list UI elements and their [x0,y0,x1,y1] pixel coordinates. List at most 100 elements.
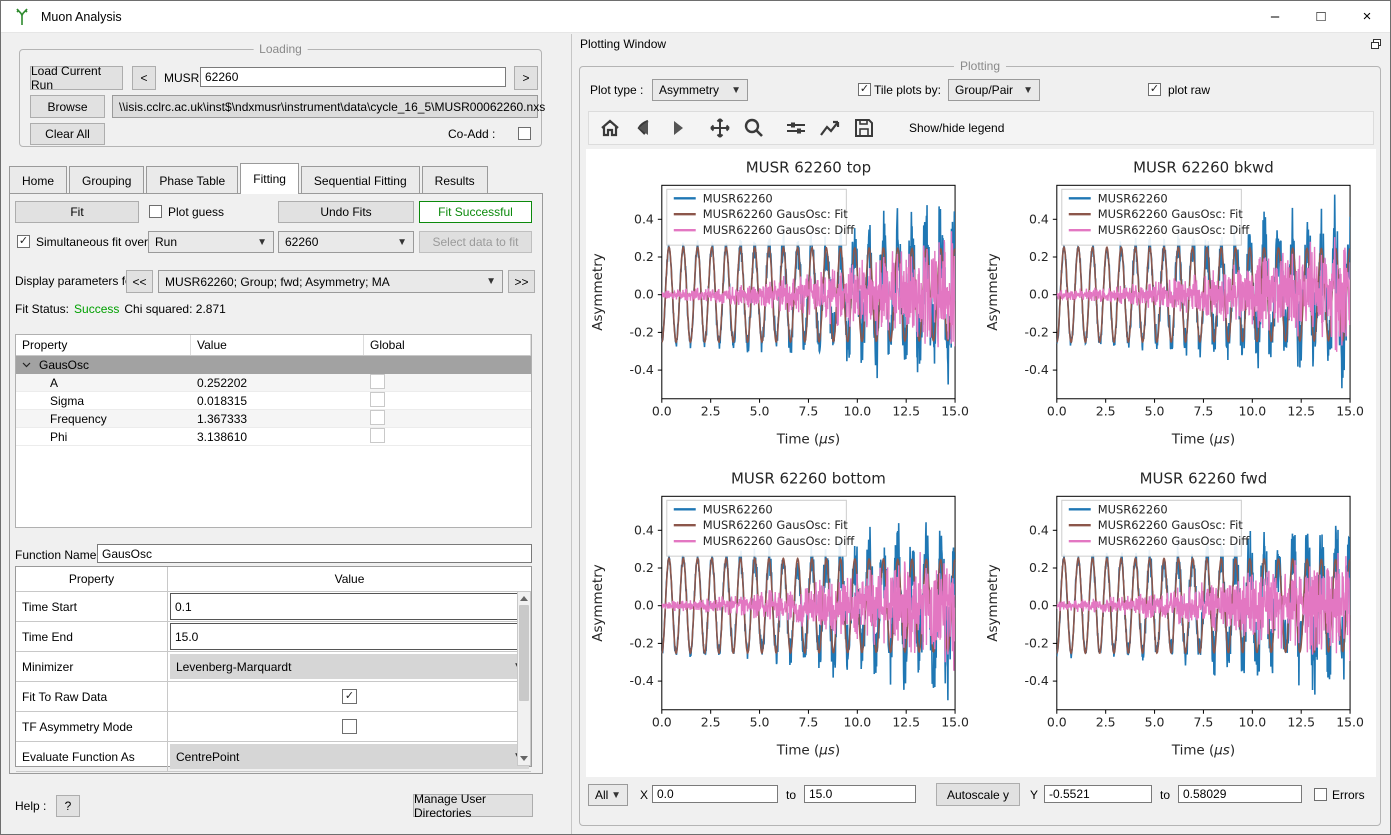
function-name-input[interactable] [97,544,532,563]
minimize-button[interactable]: – [1252,1,1298,32]
scroll-up-icon[interactable] [520,596,528,601]
fit-parameter-table: Property Value Global GausOsc A0.252202S… [15,334,532,528]
show-hide-legend-button[interactable]: Show/hide legend [909,112,1004,144]
loading-group-title: Loading [253,42,308,56]
scroll-down-icon[interactable] [520,756,528,761]
svg-text:5.0: 5.0 [1145,404,1165,419]
y-max-input[interactable] [1178,785,1302,803]
previous-run-button[interactable]: < [132,66,156,90]
autoscale-y-button[interactable]: Autoscale y [936,783,1020,806]
plot-guess-checkbox[interactable] [149,205,162,218]
global-checkbox[interactable] [370,428,385,443]
tab-phase-table[interactable]: Phase Table [146,166,238,194]
errors-checkbox[interactable] [1314,788,1327,801]
zoom-icon[interactable] [739,114,769,142]
param-row-phi[interactable]: Phi3.138610 [16,428,531,446]
maximize-button[interactable]: □ [1298,1,1344,32]
axis-scope-value: All [595,788,608,802]
plot-type-value: Asymmetry [659,83,719,97]
x-axis-label: X [640,784,648,806]
simultaneous-run-select[interactable]: 62260▼ [278,231,414,253]
undo-fits-button[interactable]: Undo Fits [278,201,414,223]
next-run-button[interactable]: > [514,66,538,90]
back-icon[interactable] [629,114,659,142]
tab-sequential-fitting[interactable]: Sequential Fitting [301,166,420,194]
svg-text:MUSR62260 GausOsc: Fit: MUSR62260 GausOsc: Fit [1098,207,1244,221]
manage-user-directories-button[interactable]: Manage User Directories [413,794,533,817]
coadd-checkbox[interactable] [518,127,531,140]
svg-text:MUSR62260 GausOsc: Diff: MUSR62260 GausOsc: Diff [703,223,856,237]
x-max-input[interactable] [804,785,916,803]
setting-row-time-start: Time Start [16,592,531,622]
display-parameters-label: Display parameters for [15,269,136,293]
subplot-bkwd[interactable]: MUSR 62260 bkwd0.02.55.07.510.012.515.0-… [981,151,1376,462]
customize-icon[interactable] [815,114,845,142]
setting-value-checkbox[interactable] [342,719,357,734]
setting-value-input[interactable] [170,593,529,620]
param-value[interactable]: 0.018315 [191,394,364,408]
float-window-icon[interactable] [1370,38,1382,50]
browse-button[interactable]: Browse [30,95,105,118]
clear-all-button[interactable]: Clear All [30,123,105,145]
tab-home[interactable]: Home [9,166,67,194]
subplot-fwd[interactable]: MUSR 62260 fwd0.02.55.07.510.012.515.0-0… [981,462,1376,773]
param-row-frequency[interactable]: Frequency1.367333 [16,410,531,428]
function-group-row[interactable]: GausOsc [16,356,531,374]
plotting-dock-titlebar[interactable]: Plotting Window [572,34,1390,54]
home-icon[interactable] [595,114,625,142]
pan-icon[interactable] [705,114,735,142]
y-min-input[interactable] [1044,785,1152,803]
param-value[interactable]: 0.252202 [191,376,364,390]
load-current-run-button[interactable]: Load Current Run [30,66,123,90]
subplot-top[interactable]: MUSR 62260 top0.02.55.07.510.012.515.0-0… [586,151,981,462]
fit-button[interactable]: Fit [15,201,139,223]
close-button[interactable]: × [1344,1,1390,32]
chevron-down-icon: ▼ [611,790,621,801]
fit-status-line: Fit Status: Success Chi squared: 2.871 [15,301,226,317]
plot-type-label: Plot type : [590,79,643,101]
plot-toolbar: Show/hide legend [588,111,1374,145]
param-value[interactable]: 1.367333 [191,412,364,426]
simultaneous-type-value: Run [155,235,177,249]
param-row-a[interactable]: A0.252202 [16,374,531,392]
axis-scope-select[interactable]: All▼ [588,784,628,806]
dataset-select[interactable]: MUSR62260; Group; fwd; Asymmetry; MA▼ [158,270,503,293]
plot-title: MUSR 62260 bottom [731,469,886,487]
simultaneous-fit-checkbox[interactable] [17,235,30,248]
simultaneous-type-select[interactable]: Run ▼ [148,231,274,253]
tab-fitting[interactable]: Fitting [240,163,299,194]
svg-text:0.2: 0.2 [634,249,654,264]
chevron-down-icon: ▼ [257,237,267,248]
global-checkbox[interactable] [370,374,385,389]
svg-text:12.5: 12.5 [1287,404,1315,419]
setting-value-checkbox[interactable] [342,689,357,704]
next-dataset-button[interactable]: >> [508,270,535,293]
global-checkbox[interactable] [370,410,385,425]
tab-grouping[interactable]: Grouping [69,166,144,194]
setting-value-input[interactable] [170,623,529,650]
param-value[interactable]: 3.138610 [191,430,364,444]
svg-text:0.2: 0.2 [634,560,654,575]
help-button[interactable]: ? [56,795,80,817]
setting-value-select[interactable]: CentrePoint▼ [170,744,529,769]
setting-value-select[interactable]: Levenberg-Marquardt▼ [170,654,529,679]
tile-by-select[interactable]: Group/Pair▼ [948,79,1040,101]
tab-results[interactable]: Results [422,166,488,194]
scrollbar-thumb[interactable] [519,605,529,701]
previous-dataset-button[interactable]: << [126,270,153,293]
plot-canvas[interactable]: MUSR 62260 top0.02.55.07.510.012.515.0-0… [586,149,1376,777]
run-number-input[interactable] [200,67,506,87]
subplot-bottom[interactable]: MUSR 62260 bottom0.02.55.07.510.012.515.… [586,462,981,773]
plot-legend: MUSR62260MUSR62260 GausOsc: FitMUSR62260… [667,189,856,245]
settings-scrollbar[interactable] [517,591,531,766]
x-min-input[interactable] [652,785,778,803]
global-checkbox[interactable] [370,392,385,407]
svg-text:MUSR62260 GausOsc: Fit: MUSR62260 GausOsc: Fit [1098,518,1244,532]
save-icon[interactable] [849,114,879,142]
plot-type-select[interactable]: Asymmetry▼ [652,79,748,101]
forward-icon[interactable] [663,114,693,142]
plot-raw-checkbox[interactable] [1148,83,1161,96]
tile-plots-checkbox[interactable] [858,83,871,96]
subplots-icon[interactable] [781,114,811,142]
param-row-sigma[interactable]: Sigma0.018315 [16,392,531,410]
